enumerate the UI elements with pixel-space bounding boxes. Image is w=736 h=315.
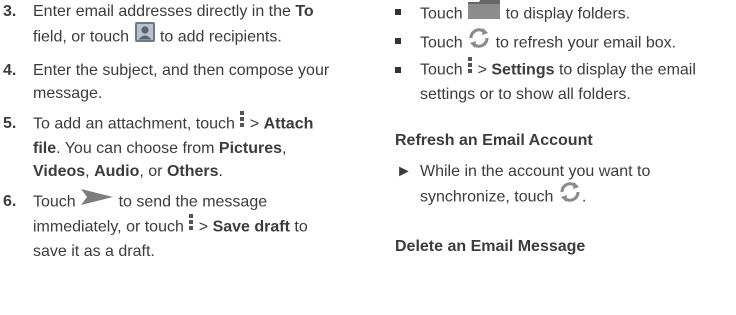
refresh-icon xyxy=(467,27,491,56)
step-bold: Save draft xyxy=(212,218,290,236)
refresh-icon xyxy=(558,181,582,210)
left-column: 3. Enter email addresses directly in the… xyxy=(0,0,335,270)
bullet-item: Touch to display folders. xyxy=(395,0,736,29)
step-text: to add recipients. xyxy=(155,28,282,46)
step-5: 5. To add an attachment, touch > Attach … xyxy=(0,110,335,183)
contact-picker-icon xyxy=(134,21,156,50)
step-text: > xyxy=(194,218,213,236)
step-text: field, or touch xyxy=(33,28,134,46)
step-6: 6. Touch to send the message immediately… xyxy=(0,188,335,263)
step-text: Touch xyxy=(33,193,81,211)
step-text: > xyxy=(245,115,264,133)
step-text: Enter email addresses directly in the xyxy=(33,3,296,20)
step-3: 3. Enter email addresses directly in the… xyxy=(0,0,335,52)
bullet-text: Touch xyxy=(420,61,468,79)
step-4: 4. Enter the subject, and then compose y… xyxy=(0,59,335,105)
arrow-bullet-icon: ► xyxy=(396,163,412,180)
step-text: Enter the subject, and then compose your… xyxy=(33,62,330,102)
section-heading-refresh: Refresh an Email Account xyxy=(395,132,593,149)
step-text: , xyxy=(282,140,287,157)
step-text: , or xyxy=(139,163,167,180)
bullet-text: to display folders. xyxy=(501,5,631,23)
bullet-text: Touch xyxy=(420,34,468,52)
menu-dots-icon xyxy=(467,56,473,81)
folder-icon xyxy=(467,0,501,27)
step-number: 6. xyxy=(3,193,17,210)
step-bold: Audio xyxy=(94,163,140,180)
bullet-item: Touch to refresh your email box. xyxy=(395,27,736,58)
arrow-step-text: . xyxy=(581,188,587,206)
step-number: 4. xyxy=(3,62,17,79)
menu-dots-icon xyxy=(239,110,245,135)
bullet-text: Touch xyxy=(420,5,468,23)
step-bold: Videos xyxy=(33,163,86,180)
step-bold: To xyxy=(295,3,314,20)
bullet-bold: Settings xyxy=(491,61,555,79)
section-heading-delete: Delete an Email Message xyxy=(395,238,586,255)
bullet-list: Touch to display folders. Touch to refre… xyxy=(395,0,736,106)
bullet-item: Touch > Settings to display the email se… xyxy=(395,56,736,106)
step-text: . You can choose from xyxy=(56,140,219,157)
step-bold: Pictures xyxy=(218,140,283,157)
step-bold: Others xyxy=(166,163,219,180)
step-text: . xyxy=(218,163,223,180)
arrow-step: ► While in the account you want to synch… xyxy=(395,160,736,212)
send-arrow-icon xyxy=(80,188,114,213)
step-text: , xyxy=(85,163,95,180)
bullet-text: to refresh your email box. xyxy=(491,34,677,52)
arrow-step-text: While in the account you want to synchro… xyxy=(420,163,651,206)
right-column: Touch to display folders. Touch to refre… xyxy=(395,0,736,258)
bullet-text: > xyxy=(473,61,492,79)
menu-dots-icon xyxy=(188,213,194,238)
step-number: 3. xyxy=(3,3,17,20)
step-text: To add an attachment, touch xyxy=(33,115,240,133)
step-number: 5. xyxy=(3,115,17,132)
